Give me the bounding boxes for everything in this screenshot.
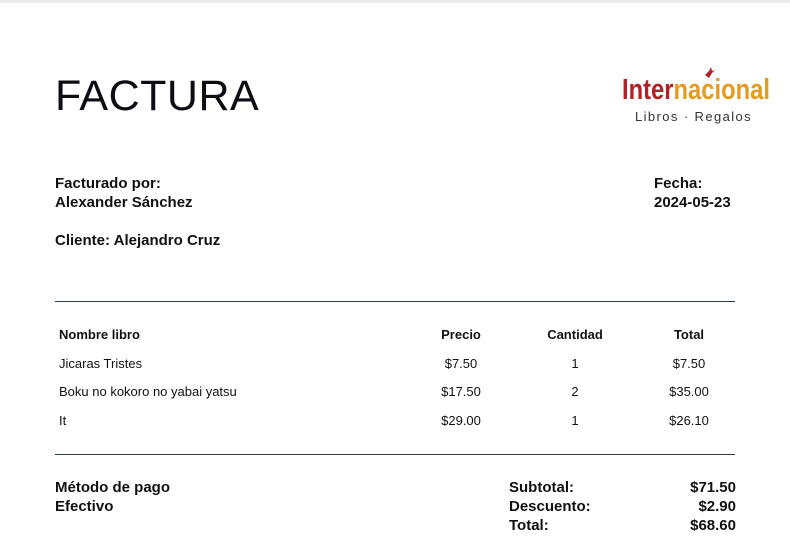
billed-by-name: Alexander Sánchez (55, 194, 193, 211)
logo-wordmark: Internacional (622, 74, 770, 107)
logo-word-orange: nacional (673, 74, 771, 106)
cell-name: Jicaras Tristes (59, 356, 143, 371)
logo-subtitle: Libros · Regalos (635, 109, 753, 124)
divider-top (55, 301, 735, 302)
date-label: Fecha: (654, 175, 703, 192)
cell-qty: 1 (571, 356, 579, 371)
col-header-total: Total (673, 327, 705, 342)
col-header-qty: Cantidad (547, 327, 603, 342)
divider-bottom (55, 454, 735, 455)
cell-qty: 2 (571, 384, 579, 399)
client-line: Cliente: Alejandro Cruz (55, 232, 221, 249)
cell-price: $17.50 (441, 384, 481, 399)
cell-price: $7.50 (444, 356, 478, 371)
cell-total: $7.50 (672, 356, 706, 371)
payment-method-label: Método de pago (55, 479, 170, 496)
discount-label: Descuento: (509, 498, 591, 515)
total-value: $68.60 (690, 517, 736, 534)
top-border (0, 0, 790, 3)
cell-price: $29.00 (441, 413, 481, 428)
cell-name: It (59, 413, 67, 428)
col-header-price: Precio (441, 327, 481, 342)
subtotal-label: Subtotal: (509, 479, 574, 496)
cell-total: $26.10 (669, 413, 709, 428)
logo-word-red: Inter (622, 74, 674, 106)
subtotal-value: $71.50 (690, 479, 736, 496)
company-logo: Internacional Libros · Regalos (618, 66, 770, 128)
total-label: Total: (509, 517, 549, 534)
discount-value: $2.90 (698, 498, 736, 515)
page-title: FACTURA (55, 72, 260, 120)
billed-by-label: Facturado por: (55, 175, 161, 192)
date-value: 2024-05-23 (654, 194, 731, 211)
payment-method-value: Efectivo (55, 498, 114, 515)
cell-name: Boku no kokoro no yabai yatsu (59, 384, 237, 399)
cell-total: $35.00 (669, 384, 709, 399)
col-header-name: Nombre libro (59, 327, 140, 342)
cell-qty: 1 (571, 413, 579, 428)
